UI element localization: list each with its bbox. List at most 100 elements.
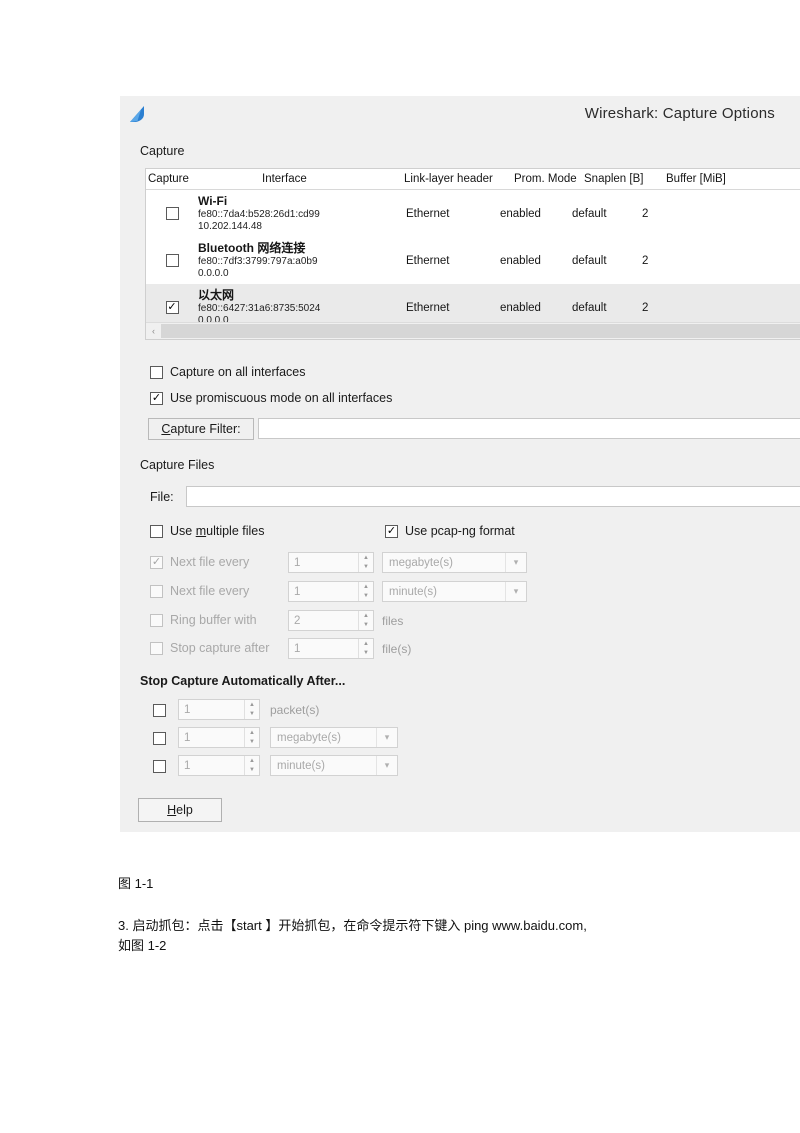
body-line-1: 3. 启动抓包：点击【start 】开始抓包，在命令提示符下键入 ping ww…	[118, 918, 587, 933]
next-file-every-size-checkbox[interactable]: ✓	[150, 555, 163, 569]
interfaces-table[interactable]: Capture Interface Link-layer header Prom…	[145, 168, 800, 340]
interface-prom-mode: enabled	[500, 207, 541, 220]
stepper-buttons[interactable]: ▲ ▼	[358, 639, 373, 658]
column-header-snaplen[interactable]: Snaplen [B]	[582, 173, 664, 185]
capture-filter-input[interactable]	[258, 418, 800, 439]
promiscuous-mode-row[interactable]: ✓ Use promiscuous mode on all interfaces	[150, 391, 392, 405]
chevron-down-icon[interactable]: ▾	[376, 756, 397, 775]
check-glyph: ✓	[151, 391, 162, 404]
next-file-every-time-label: Next file every	[170, 584, 250, 598]
ring-buffer-value[interactable]: 2	[289, 611, 358, 630]
table-row[interactable]: Bluetooth 网络连接 fe80::7df3:3799:797a:a0b9…	[146, 237, 800, 284]
next-file-every-time-checkbox[interactable]	[150, 584, 163, 598]
use-multiple-files-row[interactable]: Use multiple files	[150, 524, 265, 538]
next-file-every-size-value[interactable]: 1	[289, 553, 358, 572]
stepper-down-icon[interactable]: ▼	[359, 621, 373, 631]
table-row[interactable]: Wi-Fi fe80::7da4:b528:26d1:cd99 10.202.1…	[146, 190, 800, 237]
stop-after-megabytes-unit-combo[interactable]: megabyte(s) ▾	[270, 727, 398, 748]
stop-after-minutes-stepper[interactable]: 1 ▲ ▼	[178, 755, 260, 776]
stepper-up-icon[interactable]: ▲	[359, 553, 373, 563]
stepper-up-icon[interactable]: ▲	[359, 582, 373, 592]
column-header-link-layer[interactable]: Link-layer header	[402, 173, 512, 185]
ring-buffer-row[interactable]: Ring buffer with	[150, 613, 257, 627]
capture-group-label: Capture	[140, 144, 185, 158]
check-glyph	[151, 586, 162, 597]
interface-address-2: 0.0.0.0	[198, 268, 229, 279]
next-file-every-size-unit-combo[interactable]: megabyte(s) ▾	[382, 552, 527, 573]
table-horizontal-scrollbar[interactable]: ‹	[146, 322, 800, 339]
chevron-down-icon[interactable]: ▾	[505, 553, 526, 572]
stepper-down-icon[interactable]: ▼	[359, 592, 373, 602]
stepper-up-icon[interactable]: ▲	[245, 728, 259, 738]
ring-buffer-checkbox[interactable]	[150, 613, 163, 627]
ring-buffer-stepper[interactable]: 2 ▲ ▼	[288, 610, 374, 631]
stop-capture-after-files-stepper[interactable]: 1 ▲ ▼	[288, 638, 374, 659]
next-file-every-size-stepper[interactable]: 1 ▲ ▼	[288, 552, 374, 573]
column-header-prom-mode[interactable]: Prom. Mode	[512, 173, 582, 185]
stop-capture-after-files-row[interactable]: Stop capture after	[150, 641, 269, 655]
stepper-down-icon[interactable]: ▼	[245, 710, 259, 720]
stop-after-packets-stepper[interactable]: 1 ▲ ▼	[178, 699, 260, 720]
scrollbar-thumb[interactable]	[161, 324, 800, 338]
stepper-down-icon[interactable]: ▼	[245, 738, 259, 748]
stop-after-packets-value[interactable]: 1	[179, 700, 244, 719]
stepper-buttons[interactable]: ▲ ▼	[358, 611, 373, 630]
interface-link-layer: Ethernet	[406, 207, 450, 220]
interface-name: 以太网	[198, 287, 235, 302]
use-multiple-files-checkbox[interactable]	[150, 524, 163, 538]
stepper-buttons[interactable]: ▲ ▼	[358, 582, 373, 601]
next-file-every-size-row[interactable]: ✓ Next file every	[150, 555, 249, 569]
stop-after-minutes-unit-combo[interactable]: minute(s) ▾	[270, 755, 398, 776]
stop-capture-group-label: Stop Capture Automatically After...	[140, 674, 346, 688]
stepper-down-icon[interactable]: ▼	[359, 649, 373, 659]
capture-on-all-interfaces-row[interactable]: Capture on all interfaces	[150, 365, 306, 379]
stop-after-packets-unit: packet(s)	[270, 702, 320, 717]
stepper-down-icon[interactable]: ▼	[245, 766, 259, 776]
stepper-down-icon[interactable]: ▼	[359, 563, 373, 573]
capture-filter-button[interactable]: Capture Filter:	[148, 418, 254, 440]
next-file-every-time-stepper[interactable]: 1 ▲ ▼	[288, 581, 374, 602]
interface-checkbox[interactable]	[165, 254, 179, 267]
row-checkbox-cell[interactable]	[146, 254, 198, 267]
capture-filter-button-label: Capture Filter:	[161, 422, 241, 436]
column-header-interface[interactable]: Interface	[260, 173, 402, 185]
column-header-buffer[interactable]: Buffer [MiB]	[664, 173, 746, 185]
stepper-up-icon[interactable]: ▲	[245, 756, 259, 766]
stop-after-packets-checkbox[interactable]	[153, 704, 166, 717]
capture-file-input[interactable]	[186, 486, 800, 507]
next-file-every-time-row[interactable]: Next file every	[150, 584, 249, 598]
stop-after-megabytes-value[interactable]: 1	[179, 728, 244, 747]
interface-link-layer: Ethernet	[406, 254, 450, 267]
stepper-up-icon[interactable]: ▲	[359, 611, 373, 621]
stop-after-minutes-checkbox[interactable]	[153, 760, 166, 773]
column-header-capture[interactable]: Capture	[146, 173, 260, 185]
stepper-buttons[interactable]: ▲ ▼	[358, 553, 373, 572]
stepper-up-icon[interactable]: ▲	[359, 639, 373, 649]
interface-checkbox[interactable]: ✓	[165, 301, 179, 314]
stepper-up-icon[interactable]: ▲	[245, 700, 259, 710]
stepper-buttons[interactable]: ▲ ▼	[244, 756, 259, 775]
stepper-buttons[interactable]: ▲ ▼	[244, 700, 259, 719]
scroll-left-arrow-icon[interactable]: ‹	[146, 326, 161, 336]
next-file-every-time-unit: minute(s)	[389, 585, 437, 598]
chevron-down-icon[interactable]: ▾	[505, 582, 526, 601]
stop-capture-after-files-checkbox[interactable]	[150, 641, 163, 655]
interface-checkbox[interactable]	[165, 207, 179, 220]
promiscuous-mode-checkbox[interactable]: ✓	[150, 391, 163, 405]
help-button[interactable]: Help	[138, 798, 222, 822]
stop-after-megabytes-stepper[interactable]: 1 ▲ ▼	[178, 727, 260, 748]
use-pcapng-format-checkbox[interactable]: ✓	[385, 524, 398, 538]
chevron-down-icon[interactable]: ▾	[376, 728, 397, 747]
stop-capture-after-files-value[interactable]: 1	[289, 639, 358, 658]
row-checkbox-cell[interactable]: ✓	[146, 301, 198, 314]
stepper-buttons[interactable]: ▲ ▼	[244, 728, 259, 747]
stop-after-megabytes-checkbox[interactable]	[153, 732, 166, 745]
use-pcapng-format-row[interactable]: ✓ Use pcap-ng format	[385, 524, 515, 538]
stop-after-minutes-value[interactable]: 1	[179, 756, 244, 775]
capture-on-all-interfaces-checkbox[interactable]	[150, 365, 163, 379]
row-checkbox-cell[interactable]	[146, 207, 198, 220]
check-glyph: ✓	[151, 555, 162, 568]
next-file-every-time-unit-combo[interactable]: minute(s) ▾	[382, 581, 527, 602]
wireshark-capture-options-dialog: Wireshark: Capture Options Capture Captu…	[120, 96, 800, 832]
next-file-every-time-value[interactable]: 1	[289, 582, 358, 601]
